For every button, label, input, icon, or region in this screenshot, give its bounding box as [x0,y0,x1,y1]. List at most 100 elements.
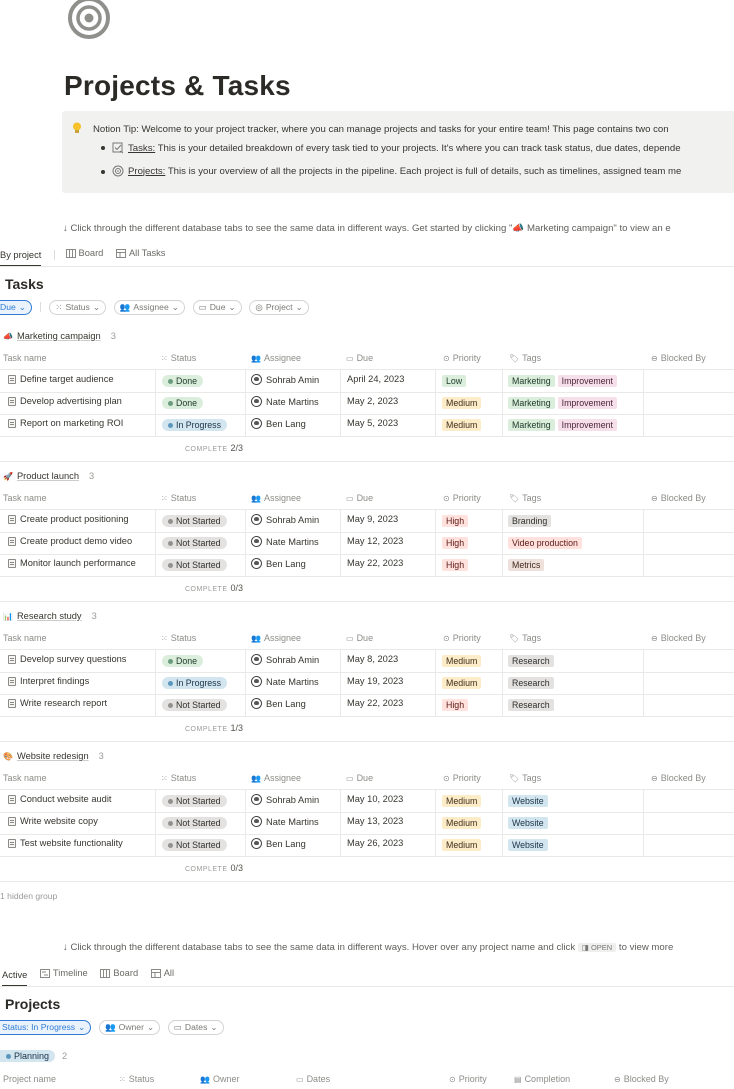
status-cell[interactable]: Done [162,397,204,409]
table-row[interactable]: Interpret findings In Progress Nate Martin… [0,672,734,694]
due-cell[interactable]: May 22, 2023 [347,558,403,568]
due-cell[interactable]: May 26, 2023 [347,838,403,848]
task-name-cell[interactable]: Report on marketing ROI [8,418,123,428]
column-header-blocked-by[interactable]: ⊖ Blocked By [651,633,706,643]
table-row[interactable]: Create product positioning Not Started Soh… [0,510,734,532]
task-name[interactable]: Write research report [20,698,107,708]
tab-all-tasks[interactable]: All Tasks [115,248,165,258]
priority-cell[interactable]: Medium [442,397,484,409]
status-cell[interactable]: Not Started [162,559,227,571]
due-cell[interactable]: May 10, 2023 [347,794,403,804]
tasks-database-title[interactable]: Tasks [5,276,44,292]
projects-database-title[interactable]: Projects [5,996,60,1012]
due-cell[interactable]: May 19, 2023 [347,676,403,686]
assignee-cell[interactable]: Ben Lang [251,558,306,569]
group-name[interactable]: Marketing campaign [17,331,101,341]
filter-status-chip[interactable]: ⁙ Status ⌄ [49,300,107,315]
due-cell[interactable]: May 5, 2023 [347,418,398,428]
column-header-priority[interactable]: ⊙ Priority [443,493,481,503]
task-name-cell[interactable]: Conduct website audit [8,794,111,804]
tags-cell[interactable]: Marketing Improvement [508,375,620,387]
priority-cell[interactable]: High [442,699,471,711]
task-name-cell[interactable]: Define target audience [8,374,114,384]
column-header-blocked-by[interactable]: ⊖ Blocked By [651,353,706,363]
task-name[interactable]: Test website functionality [20,838,123,848]
assignee-cell[interactable]: Sohrab Amin [251,514,319,525]
column-header-assignee[interactable]: 👥 Assignee [251,353,301,363]
table-row[interactable]: Define target audience Done Sohrab Amin Apr… [0,370,734,392]
column-header-assignee[interactable]: 👥 Assignee [251,773,301,783]
task-name-cell[interactable]: Interpret findings [8,676,89,686]
column-header-priority[interactable]: ⊙ Priority [443,633,481,643]
group-name[interactable]: Website redesign [17,751,89,761]
task-name[interactable]: Develop survey questions [20,654,126,664]
assignee-cell[interactable]: Nate Martins [251,396,319,407]
task-name[interactable]: Create product demo video [20,536,132,546]
task-name-cell[interactable]: Test website functionality [8,838,123,848]
group-name[interactable]: Product launch [17,471,79,481]
assignee-cell[interactable]: Ben Lang [251,418,306,429]
table-row[interactable]: Report on marketing ROI In Progress Ben La… [0,414,734,436]
task-name-cell[interactable]: Monitor launch performance [8,558,136,568]
filter-project-chip[interactable]: ◎ Project ⌄ [249,300,309,315]
tags-cell[interactable]: Video production [508,537,585,549]
priority-cell[interactable]: Medium [442,795,484,807]
priority-cell[interactable]: High [442,559,471,571]
column-header-status[interactable]: ⁙ Status [161,633,196,643]
task-name-cell[interactable]: Write website copy [8,816,98,826]
column-header-project-name[interactable]: Project name [3,1074,56,1084]
column-header-task-name[interactable]: Task name [3,493,47,503]
target-icon[interactable] [68,0,112,40]
task-name[interactable]: Develop advertising plan [20,396,122,406]
status-cell[interactable]: Not Started [162,839,227,851]
status-cell[interactable]: Not Started [162,699,227,711]
assignee-cell[interactable]: Nate Martins [251,816,319,827]
tab-by-project[interactable]: By project [0,250,42,267]
column-header-assignee[interactable]: 👥 Assignee [251,493,301,503]
tab-timeline[interactable]: Timeline [39,968,88,978]
column-header-due[interactable]: ▭ Due [346,493,373,503]
tags-cell[interactable]: Marketing Improvement [508,419,620,431]
tags-cell[interactable]: Branding [508,515,554,527]
status-cell[interactable]: Done [162,375,204,387]
tags-cell[interactable]: Marketing Improvement [508,397,620,409]
assignee-cell[interactable]: Sohrab Amin [251,374,319,385]
priority-cell[interactable]: Medium [442,839,484,851]
filter-owner-chip[interactable]: 👥 Owner ⌄ [98,1020,161,1035]
table-row[interactable]: Create product demo video Not Started Nate… [0,532,734,554]
assignee-cell[interactable]: Ben Lang [251,698,306,709]
tags-cell[interactable]: Website [508,795,551,807]
tags-cell[interactable]: Metrics [508,559,547,571]
task-name[interactable]: Report on marketing ROI [20,418,123,428]
column-header-tags[interactable]: 🏷 Tags [509,353,541,363]
due-cell[interactable]: May 22, 2023 [347,698,403,708]
column-header-tags[interactable]: 🏷 Tags [509,493,541,503]
column-header-completion[interactable]: ▤ Completion [514,1074,570,1084]
task-name[interactable]: Conduct website audit [20,794,111,804]
tasks-link[interactable]: Tasks: [128,143,155,154]
due-cell[interactable]: May 13, 2023 [347,816,403,826]
filter-assignee-chip[interactable]: 👥 Assignee ⌄ [113,300,185,315]
table-row[interactable]: Develop survey questions Done Sohrab Amin M… [0,650,734,672]
status-cell[interactable]: Not Started [162,515,227,527]
filter-due-chip[interactable]: ▭ Due ⌄ [192,300,242,315]
column-header-priority[interactable]: ⊙ Priority [449,1074,487,1084]
task-name-cell[interactable]: Create product positioning [8,514,129,524]
status-cell[interactable]: Not Started [162,817,227,829]
status-cell[interactable]: In Progress [162,419,227,431]
task-name[interactable]: Interpret findings [20,676,89,686]
due-cell[interactable]: May 9, 2023 [347,514,398,524]
column-header-assignee[interactable]: 👥 Assignee [251,633,301,643]
task-name-cell[interactable]: Develop survey questions [8,654,126,664]
projects-link[interactable]: Projects: [128,166,165,177]
task-name-cell[interactable]: Develop advertising plan [8,396,122,406]
table-row[interactable]: Conduct website audit Not Started Sohrab A… [0,790,734,812]
tags-cell[interactable]: Research [508,677,557,689]
table-row[interactable]: Write website copy Not Started Nate Martin… [0,812,734,834]
column-header-task-name[interactable]: Task name [3,633,47,643]
tab-board[interactable]: Board [100,968,138,978]
column-header-task-name[interactable]: Task name [3,773,47,783]
task-name[interactable]: Monitor launch performance [20,558,136,568]
priority-cell[interactable]: High [442,515,471,527]
hidden-groups-toggle[interactable]: 1 hidden group [0,891,57,901]
